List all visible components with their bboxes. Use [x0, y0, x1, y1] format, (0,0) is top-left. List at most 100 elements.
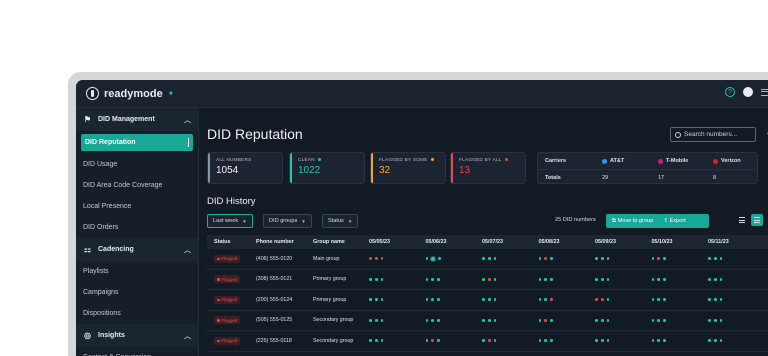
column-header[interactable]: 05/06/23: [426, 239, 483, 245]
sidebar-item[interactable]: DID Orders: [76, 217, 198, 238]
column-header[interactable]: 05/05/23: [369, 239, 426, 245]
table-row[interactable]: Flagged (200) 555-0124 Primary group: [207, 290, 768, 311]
reputation-dot: [651, 318, 655, 322]
reputation-dots: [595, 277, 652, 281]
reputation-dot: [374, 257, 378, 261]
reputation-dot: [657, 257, 661, 261]
carrier-verizon: Verizon: [713, 158, 741, 164]
column-header[interactable]: Group name: [313, 239, 369, 245]
reputation-dots: [708, 339, 765, 343]
stat-value: 1054: [216, 165, 239, 176]
reputation-dot: [487, 257, 491, 261]
reputation-dot: [374, 277, 378, 281]
reputation-dot: [550, 257, 553, 261]
stat-card[interactable]: CLEAN 1022: [289, 152, 365, 184]
reputation-dot: [550, 298, 553, 302]
reputation-dot: [493, 298, 497, 302]
sidebar-section-1[interactable]: ⚏ Cadencing ︿: [76, 238, 198, 261]
sidebar-item[interactable]: DID Usage: [76, 154, 198, 175]
reputation-dot: [657, 339, 661, 343]
sidebar-section-0[interactable]: ⚑ DID Management ︿: [76, 108, 198, 131]
reputation-dots: [708, 318, 765, 322]
status-dot-icon: [317, 157, 322, 162]
column-header[interactable]: 05/10/23: [652, 239, 709, 245]
group-name: Primary group: [313, 296, 347, 303]
sidebar-section-2[interactable]: ◎ Insights ︿: [76, 324, 198, 347]
column-header[interactable]: 05/07/23: [482, 239, 539, 245]
reputation-dot: [493, 339, 497, 343]
sidebar-item[interactable]: Local Presence: [76, 196, 198, 217]
column-header[interactable]: 05/09/23: [595, 239, 652, 245]
verizon-icon: [713, 158, 718, 164]
table-row[interactable]: Flagged (308) 555-0121 Primary group: [207, 270, 768, 290]
brand-logo[interactable]: readymode ●: [86, 87, 173, 100]
compact-view-icon[interactable]: [736, 214, 748, 226]
search-input[interactable]: Search numbers...: [670, 127, 756, 142]
reputation-dot: [437, 277, 440, 281]
tmobile-icon: [658, 158, 663, 164]
stat-value: 1022: [298, 165, 321, 176]
sidebar-item[interactable]: Dispositions: [76, 303, 198, 324]
stat-value: 32: [379, 165, 391, 176]
export-button[interactable]: ⇪ Export: [663, 218, 685, 224]
carriers-card: Carriers AT&T T-Mobile Verizon Totals 29…: [537, 152, 758, 184]
reputation-dot: [719, 339, 723, 343]
reputation-dots: [369, 277, 426, 281]
reputation-dot: [487, 277, 491, 281]
reputation-dots: [482, 339, 539, 343]
menu-icon[interactable]: [761, 88, 768, 96]
reputation-dots: [595, 257, 652, 261]
reputation-dots: [425, 256, 483, 261]
sidebar-item[interactable]: Campaigns: [76, 282, 198, 303]
table-row[interactable]: Flagged (505) 555-0125 Secondary group: [207, 311, 768, 331]
help-icon[interactable]: ?: [725, 87, 735, 97]
reputation-dots: [595, 298, 652, 302]
reputation-dot: [713, 277, 717, 281]
reputation-dot: [600, 277, 604, 281]
status-filter[interactable]: Status ▼: [322, 214, 359, 228]
sidebar-item[interactable]: DID Area Code Coverage: [76, 175, 198, 196]
stat-label: CLEAN: [298, 157, 358, 162]
reputation-dots: [538, 339, 596, 343]
reputation-dot: [595, 318, 598, 322]
stat-card[interactable]: ALL NUMBERS 1054: [207, 152, 283, 184]
reputation-dots: [425, 318, 483, 322]
reputation-dot: [600, 298, 604, 302]
column-header[interactable]: 05/08/23: [539, 239, 596, 245]
reputation-dot: [606, 339, 610, 343]
list-view-icon[interactable]: [751, 214, 763, 226]
reputation-dot: [538, 339, 542, 343]
reputation-dots: [482, 257, 539, 261]
sidebar-item[interactable]: Contact & Conversion: [76, 347, 198, 356]
column-header[interactable]: 05/11/23: [708, 239, 765, 245]
reputation-dot: [487, 339, 491, 343]
reputation-dot: [374, 339, 378, 343]
move-to-group-button[interactable]: ⧉ Move to group: [612, 218, 653, 225]
table-row[interactable]: Flagged (225) 555-0118 Secondary group: [207, 331, 768, 352]
page-title: DID Reputation: [207, 126, 303, 142]
sidebar-item[interactable]: Playlists: [76, 261, 198, 282]
top-bar: readymode ● ?: [76, 80, 768, 108]
reputation-dot: [651, 339, 655, 343]
avatar-icon[interactable]: [743, 87, 753, 97]
reputation-dots: [369, 257, 426, 261]
app-window: readymode ● ? ⚑ DID Management ︿ DID Reputa…: [76, 80, 768, 356]
reputation-dot: [482, 318, 485, 322]
period-filter[interactable]: Last week ▼: [207, 214, 253, 228]
reputation-dot: [606, 277, 610, 281]
column-header[interactable]: Phone number: [256, 239, 313, 245]
stat-card[interactable]: FLAGGED BY SOME 32: [370, 152, 446, 184]
sidebar-item[interactable]: DID Reputation: [81, 134, 193, 151]
stat-card[interactable]: FLAGGED BY ALL 13: [450, 152, 526, 184]
reputation-dot: [369, 257, 372, 261]
reputation-dot: [369, 318, 372, 322]
carrier-att: AT&T: [602, 158, 658, 164]
did-groups-filter[interactable]: DID groups ▼: [263, 214, 312, 228]
sidebar-section-title: Cadencing: [98, 246, 134, 253]
reputation-dot: [595, 257, 598, 261]
reputation-dot: [425, 277, 429, 281]
column-header[interactable]: Status: [214, 239, 256, 245]
table-row[interactable]: Flagged (406) 555-0120 Main group: [207, 249, 768, 270]
reputation-dot: [544, 318, 548, 322]
did-count: 25 DID numbers: [555, 217, 596, 223]
